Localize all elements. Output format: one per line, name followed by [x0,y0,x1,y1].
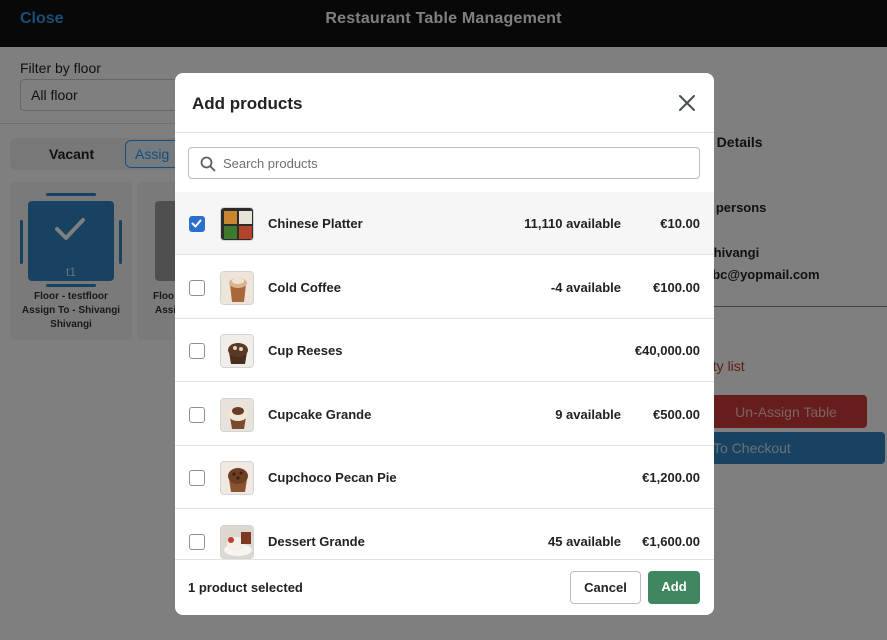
product-thumbnail [220,270,254,305]
product-price: €500.00 [653,406,700,422]
product-thumbnail [220,461,254,495]
product-checkbox[interactable] [189,533,205,550]
divider [175,132,714,133]
add-button[interactable]: Add [648,571,700,604]
product-checkbox[interactable] [189,279,205,296]
product-thumbnail [220,207,254,241]
product-availability: 45 available [548,533,621,549]
product-checkbox[interactable] [189,406,205,423]
product-checkbox[interactable] [189,216,205,232]
search-icon [200,156,216,172]
add-products-modal: Add products Search products Chinese Pla… [175,73,714,615]
product-availability: -4 available [550,279,621,295]
product-price: €10.00 [660,216,700,231]
product-name: Dessert Grande [268,533,365,549]
product-name: Cupcake Grande [268,406,372,422]
product-row[interactable]: Chinese Platter 11,110 available €10.00 [175,192,714,255]
product-availability: 11,110 available [524,216,621,231]
search-input[interactable] [223,149,693,177]
product-row[interactable]: Dessert Grande 45 available €1,600.00 [175,509,714,559]
close-icon[interactable] [675,91,699,115]
product-list[interactable]: Chinese Platter 11,110 available €10.00 … [175,192,714,559]
checkmark-icon [191,219,202,228]
search-field[interactable] [188,147,700,179]
product-thumbnail [220,334,254,368]
divider [175,559,714,560]
product-thumbnail [220,397,254,432]
product-price: €40,000.00 [634,343,700,358]
product-row[interactable]: Cold Coffee -4 available €100.00 [175,255,714,319]
product-availability: 9 available [555,406,621,422]
product-name: Cupchoco Pecan Pie [268,470,397,485]
product-row[interactable]: Cup Reeses €40,000.00 [175,319,714,382]
product-checkbox[interactable] [189,470,205,486]
product-thumbnail [220,524,254,559]
product-name: Chinese Platter [268,216,363,231]
modal-title: Add products [192,94,303,113]
product-name: Cup Reeses [268,343,343,358]
product-price: €1,200.00 [642,470,700,485]
product-checkbox[interactable] [189,343,205,359]
product-row[interactable]: Cupcake Grande 9 available €500.00 [175,382,714,446]
product-name: Cold Coffee [268,279,341,295]
product-price: €1,600.00 [642,533,700,549]
product-row[interactable]: Cupchoco Pecan Pie €1,200.00 [175,446,714,509]
cancel-button[interactable]: Cancel [570,571,641,604]
product-price: €100.00 [653,279,700,295]
selected-count: 1 product selected [188,580,303,595]
